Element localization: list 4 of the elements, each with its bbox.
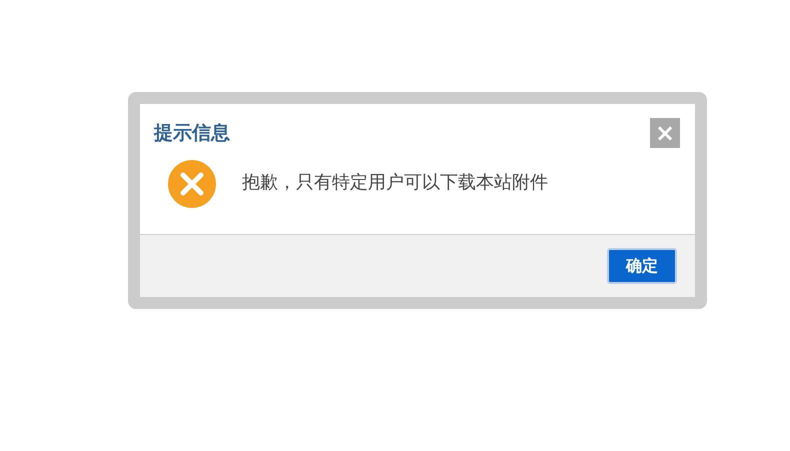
- message-text: 抱歉，只有特定用户可以下载本站附件: [242, 171, 548, 194]
- confirm-button[interactable]: 确定: [607, 248, 677, 284]
- dialog-title: 提示信息: [154, 121, 230, 146]
- error-icon: [168, 160, 216, 208]
